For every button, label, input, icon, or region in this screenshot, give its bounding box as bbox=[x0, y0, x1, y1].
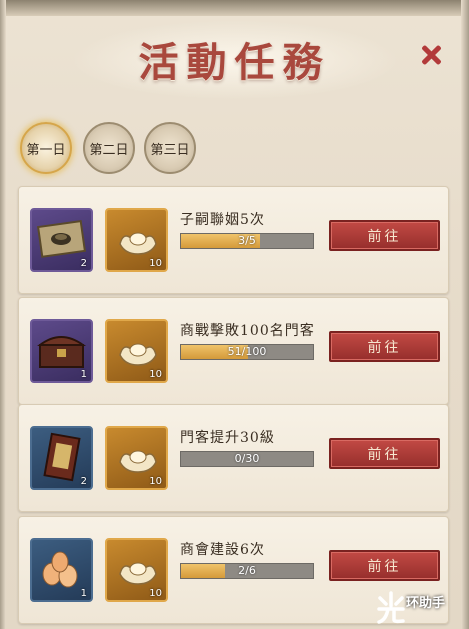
progress-text: 0/30 bbox=[234, 452, 260, 465]
reward-qty: 10 bbox=[149, 476, 162, 487]
reward-qty: 2 bbox=[80, 258, 87, 269]
reward-qty: 2 bbox=[80, 476, 87, 487]
progress-text: 2/6 bbox=[238, 564, 256, 577]
reward-item-1[interactable]: 2 bbox=[30, 208, 93, 272]
go-button[interactable]: 前往 bbox=[329, 550, 440, 581]
task-name: 門客提升30級 bbox=[180, 430, 275, 446]
panel-left-edge bbox=[0, 0, 6, 629]
progress-bar: 0/30 bbox=[180, 451, 314, 467]
reward-item-2[interactable]: 10 bbox=[105, 319, 168, 383]
progress-bar: 3/5 bbox=[180, 233, 314, 249]
tab-day-2[interactable]: 第二日 bbox=[83, 122, 135, 174]
silver-ingot-icon bbox=[119, 343, 157, 366]
reward-qty: 1 bbox=[80, 588, 87, 599]
reward-qty: 10 bbox=[149, 258, 162, 269]
reward-qty: 10 bbox=[149, 369, 162, 380]
reward-item-1[interactable]: 1 bbox=[30, 319, 93, 383]
reward-item-2[interactable]: 10 bbox=[105, 426, 168, 490]
task-card-1: 2 10 子嗣聯姻5次 3/5 前往 bbox=[18, 186, 449, 294]
panel-top-border bbox=[0, 0, 469, 16]
reward-qty: 10 bbox=[149, 588, 162, 599]
reward-item-1[interactable]: 1 bbox=[30, 538, 93, 602]
silver-ingot-icon bbox=[119, 450, 157, 473]
panel-right-edge bbox=[461, 0, 469, 629]
progress-bar: 51/100 bbox=[180, 344, 314, 360]
go-button[interactable]: 前往 bbox=[329, 438, 440, 469]
task-name: 子嗣聯姻5次 bbox=[180, 212, 265, 228]
task-card-2: 1 10 商戰擊敗100名門客 51/100 前往 bbox=[18, 297, 449, 405]
reward-item-2[interactable]: 10 bbox=[105, 538, 168, 602]
reward-qty: 1 bbox=[80, 369, 87, 380]
go-button[interactable]: 前往 bbox=[329, 220, 440, 251]
silver-ingot-icon bbox=[119, 232, 157, 255]
task-panel: 活動任務 第一日 第二日 第三日 2 10 子嗣聯姻5次 3/5 前往 1 10… bbox=[0, 0, 469, 629]
watermark-text: 环助手 bbox=[406, 596, 446, 611]
tab-day-1[interactable]: 第一日 bbox=[20, 122, 72, 174]
go-button[interactable]: 前往 bbox=[329, 331, 440, 362]
progress-bar: 2/6 bbox=[180, 563, 314, 579]
task-name: 商戰擊敗100名門客 bbox=[180, 323, 315, 339]
reward-item-2[interactable]: 10 bbox=[105, 208, 168, 272]
progress-text: 51/100 bbox=[227, 345, 267, 358]
reward-item-1[interactable]: 2 bbox=[30, 426, 93, 490]
close-icon[interactable] bbox=[418, 42, 444, 68]
tab-day-3[interactable]: 第三日 bbox=[144, 122, 196, 174]
watermark-icon bbox=[377, 591, 405, 624]
progress-text: 3/5 bbox=[238, 234, 256, 247]
task-card-3: 2 10 門客提升30級 0/30 前往 bbox=[18, 404, 449, 512]
page-title: 活動任務 bbox=[138, 39, 331, 86]
watermark-logo: 环助手 bbox=[376, 590, 466, 626]
silver-ingot-icon bbox=[119, 562, 157, 585]
task-name: 商會建設6次 bbox=[180, 542, 265, 558]
